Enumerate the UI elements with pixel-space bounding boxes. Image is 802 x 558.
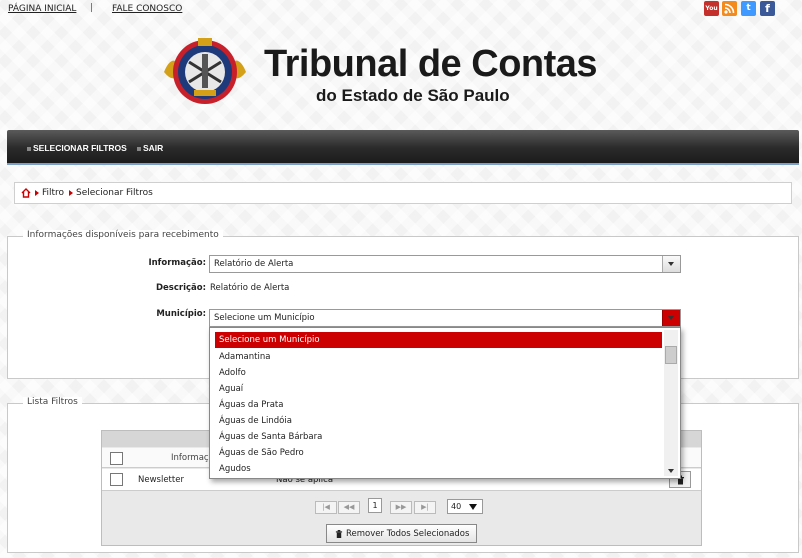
dropdown-option[interactable]: Agudos (215, 461, 662, 477)
row-info-cell: Newsletter (138, 475, 184, 485)
dropdown-option[interactable]: Selecione um Município (215, 332, 662, 348)
last-page-button[interactable]: ▶| (414, 501, 436, 514)
facebook-icon[interactable]: f (760, 1, 775, 16)
dropdown-option[interactable]: Águas de São Pedro (215, 445, 662, 461)
scrollbar-thumb[interactable] (665, 346, 677, 364)
select-all-checkbox[interactable] (110, 452, 123, 465)
breadcrumb-item-filter[interactable]: Filtro (35, 188, 64, 198)
link-separator: | (90, 3, 94, 13)
page-title: Tribunal de Contas (264, 43, 598, 85)
trash-icon (335, 530, 343, 538)
info-label: Informação: (148, 258, 206, 268)
municipality-label: Município: (156, 309, 206, 319)
page-subtitle: do Estado de São Paulo (316, 86, 510, 105)
caret-down-icon (469, 504, 477, 510)
dropdown-option[interactable]: Águas da Prata (215, 397, 662, 413)
next-page-button[interactable]: ▶▶ (390, 501, 412, 514)
youtube-icon[interactable]: You (704, 1, 719, 16)
breadcrumb-item-select-filters: Selecionar Filtros (69, 188, 153, 198)
bullet-icon (27, 146, 31, 151)
chevron-down-icon (662, 310, 680, 326)
scroll-down-icon[interactable] (668, 469, 674, 473)
dropdown-option[interactable]: Adamantina (215, 349, 662, 365)
menu-item-label: SELECIONAR FILTROS (33, 143, 127, 153)
dropdown-option[interactable]: Águas de Santa Bárbara (215, 429, 662, 445)
bullet-icon (137, 146, 141, 151)
info-select-value: Relatório de Alerta (214, 259, 294, 269)
menu-item-logout[interactable]: SAIR (137, 143, 163, 153)
first-page-button[interactable]: |◀ (315, 501, 337, 514)
contact-link[interactable]: FALE CONOSCO (112, 4, 182, 14)
menu-item-label: SAIR (143, 143, 164, 153)
twitter-icon[interactable]: t (741, 1, 756, 16)
municipality-dropdown-list: Selecione um Município Adamantina Adolfo… (209, 327, 681, 479)
home-icon[interactable] (21, 188, 31, 198)
page-size-select[interactable]: 40 (447, 499, 483, 514)
row-checkbox[interactable] (110, 473, 123, 486)
rss-icon[interactable] (722, 1, 737, 16)
remove-all-selected-button[interactable]: Remover Todos Selecionados (326, 524, 477, 543)
filters-list-legend: Lista Filtros (23, 397, 82, 407)
info-select[interactable]: Relatório de Alerta (209, 255, 681, 273)
social-icons: You t f (704, 0, 776, 18)
municipality-select[interactable]: Selecione um Município (209, 309, 681, 327)
main-menu-bar: SELECIONAR FILTROS SAIR (7, 130, 799, 165)
home-link[interactable]: PÁGINA INICIAL (8, 4, 76, 14)
dropdown-scrollbar[interactable] (664, 330, 678, 476)
current-page[interactable]: 1 (368, 498, 382, 513)
description-label: Descrição: (155, 283, 206, 293)
remove-all-label: Remover Todos Selecionados (346, 529, 470, 539)
dropdown-option[interactable]: Adolfo (215, 365, 662, 381)
page-size-value: 40 (451, 502, 462, 511)
menu-item-select-filters[interactable]: SELECIONAR FILTROS (27, 143, 127, 153)
chevron-down-icon (662, 256, 680, 272)
tce-seal-logo (164, 38, 246, 104)
dropdown-option[interactable]: Águas de Lindóia (215, 413, 662, 429)
breadcrumb: Filtro Selecionar Filtros (14, 182, 792, 204)
description-value: Relatório de Alerta (210, 283, 290, 293)
prev-page-button[interactable]: ◀◀ (338, 501, 360, 514)
dropdown-option[interactable]: Aguaí (215, 381, 662, 397)
municipality-select-value: Selecione um Município (214, 313, 315, 323)
info-fieldset-legend: Informações disponíveis para recebimento (23, 230, 223, 240)
